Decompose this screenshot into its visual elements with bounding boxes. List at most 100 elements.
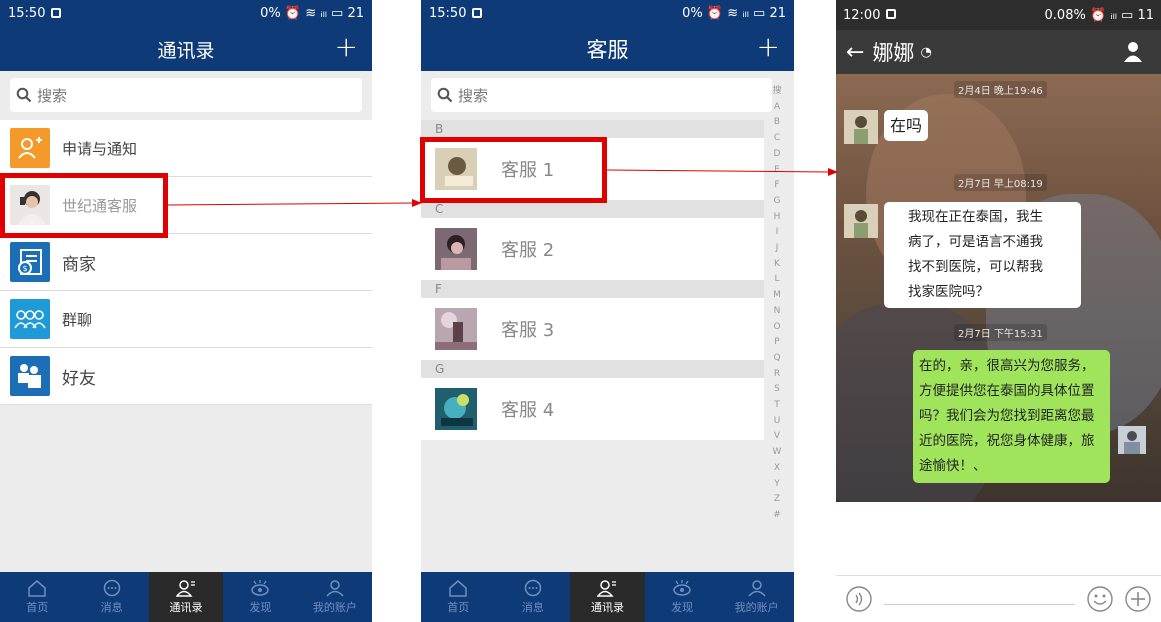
message-icon <box>103 579 120 597</box>
alphabet-index-letter[interactable]: T <box>772 398 782 414</box>
add-icon[interactable]: + <box>335 31 358 63</box>
page-title: 通讯录 <box>157 39 215 62</box>
screen-contacts: 15:50 0% ⏰ ≋ ᵢₗₗ ▭ 21 通讯录 + 搜索 申请与通知 世纪通… <box>0 0 372 622</box>
search-placeholder: 搜索 <box>458 86 489 105</box>
voice-mode-icon: ◔ <box>920 44 932 60</box>
contact-row-service-3[interactable]: 客服 3 <box>421 298 764 360</box>
search-icon <box>437 87 453 103</box>
alphabet-index-letter[interactable]: R <box>772 367 782 383</box>
home-icon <box>28 580 46 597</box>
profile-icon[interactable] <box>1123 41 1143 63</box>
list-item-friends[interactable]: 好友 <box>0 348 372 405</box>
alphabet-index-letter[interactable]: 搜 <box>772 84 782 100</box>
tab-discover[interactable]: 发现 <box>223 572 297 622</box>
message-bubble: 在吗 <box>884 110 929 141</box>
contact-name: 客服 2 <box>501 240 555 261</box>
arrow-to-screen3 <box>607 168 838 176</box>
bottom-tab-bar: 首页 消息 通讯录 发现 我的账户 <box>0 572 372 622</box>
emoji-icon[interactable] <box>1087 586 1113 612</box>
eye-icon <box>251 580 270 596</box>
tab-discover[interactable]: 发现 <box>645 572 720 622</box>
svg-text:$: $ <box>22 264 27 273</box>
alphabet-index-letter[interactable]: C <box>772 131 782 147</box>
alphabet-index-letter[interactable]: X <box>772 461 782 477</box>
alphabet-index-letter[interactable]: B <box>772 115 782 131</box>
tab-home[interactable]: 首页 <box>421 572 496 622</box>
message-timestamp: 2月7日 下午15:31 <box>954 324 1047 341</box>
section-header: B <box>421 120 764 138</box>
contacts-icon <box>176 580 196 597</box>
alphabet-index-letter[interactable]: F <box>772 178 782 194</box>
alphabet-index-letter[interactable]: I <box>772 225 782 241</box>
alphabet-index-letter[interactable]: U <box>772 414 782 430</box>
store-icon: $ <box>10 242 50 282</box>
alphabet-index-letter[interactable]: J <box>772 241 782 257</box>
voice-input-icon[interactable] <box>846 586 872 612</box>
contact-row-service-4[interactable]: 客服 4 <box>421 378 764 440</box>
contact-avatar <box>844 204 878 238</box>
alphabet-index-letter[interactable]: L <box>772 272 782 288</box>
eye-icon <box>673 580 691 596</box>
message-icon <box>524 579 542 597</box>
list-item-group-chat[interactable]: 群聊 <box>0 291 372 348</box>
alphabet-index-letter[interactable]: A <box>772 100 782 116</box>
tab-account[interactable]: 我的账户 <box>719 572 794 622</box>
alphabet-index-letter[interactable]: K <box>772 257 782 273</box>
tab-contacts[interactable]: 通讯录 <box>148 572 224 622</box>
status-time: 12:00 <box>843 7 881 23</box>
chat-contact-name: 娜娜 <box>872 41 915 65</box>
contact-avatar <box>844 110 878 144</box>
tab-messages[interactable]: 消息 <box>74 572 148 622</box>
search-input[interactable]: 搜索 <box>10 78 362 112</box>
message-input-field[interactable] <box>884 603 1075 605</box>
back-arrow-icon[interactable]: ← <box>846 40 864 65</box>
contact-row-service-2[interactable]: 客服 2 <box>421 218 764 280</box>
title-bar: 通讯录 + <box>0 27 372 71</box>
alphabet-index-letter[interactable]: N <box>772 304 782 320</box>
tab-contacts[interactable]: 通讯录 <box>570 572 645 622</box>
avatar <box>435 388 477 430</box>
tab-messages[interactable]: 消息 <box>496 572 571 622</box>
tab-account[interactable]: 我的账户 <box>298 572 372 622</box>
status-bar: 12:00 0.08% ⏰ ᵢₗₗ ▭ 11 <box>836 0 1161 30</box>
alphabet-index-letter[interactable]: G <box>772 194 782 210</box>
search-icon <box>16 87 32 103</box>
page-title: 客服 <box>586 38 629 62</box>
alphabet-index-letter[interactable]: # <box>772 508 782 524</box>
add-icon[interactable]: + <box>757 31 780 63</box>
section-header: G <box>421 360 764 378</box>
list-item-notifications[interactable]: 申请与通知 <box>0 120 372 177</box>
add-user-icon <box>10 128 50 168</box>
alphabet-index-letter[interactable]: S <box>772 382 782 398</box>
status-indicators: 0% ⏰ ≋ ᵢₗₗ ▭ 21 <box>260 6 364 21</box>
status-indicators: 0% ⏰ ≋ ᵢₗₗ ▭ 21 <box>682 6 786 21</box>
status-bar: 15:50 0% ⏰ ≋ ᵢₗₗ ▭ 21 <box>421 0 794 27</box>
tab-home[interactable]: 首页 <box>0 572 74 622</box>
message-bubble: 在的，亲，很高兴为您服务， 方便提供您在泰国的具体位置 吗？我们会为您找到距离您… <box>913 350 1110 483</box>
alphabet-index-letter[interactable]: W <box>772 445 782 461</box>
search-input[interactable]: 搜索 <box>431 78 772 112</box>
title-bar: 客服 + <box>421 27 794 71</box>
home-icon <box>449 580 468 597</box>
contact-name: 客服 4 <box>501 400 555 421</box>
alphabet-index[interactable]: 搜 A B C D E F G H I J K L M N O P Q R S T U V W X Y Z # <box>772 84 782 524</box>
message-timestamp: 2月7日 早上08:19 <box>954 174 1047 191</box>
list-item-merchants[interactable]: $ 商家 <box>0 234 372 291</box>
alphabet-index-letter[interactable]: Y <box>772 477 782 493</box>
alphabet-index-letter[interactable]: Z <box>772 492 782 508</box>
screen-customer-service: 15:50 0% ⏰ ≋ ᵢₗₗ ▭ 21 客服 + 搜索 B 客服 1 C 客… <box>421 0 794 622</box>
list-item-label: 商家 <box>62 254 96 275</box>
chat-background: 2月4日 晚上19:46 在吗 2月7日 早上08:19 我现在正在泰国，我生 … <box>836 74 1161 502</box>
alphabet-index-letter[interactable]: V <box>772 429 782 445</box>
alphabet-index-letter[interactable]: D <box>772 147 782 163</box>
alphabet-index-letter[interactable]: H <box>772 210 782 226</box>
plus-icon[interactable] <box>1125 586 1151 612</box>
user-icon <box>326 580 344 597</box>
alphabet-index-letter[interactable]: M <box>772 288 782 304</box>
alphabet-index-letter[interactable]: O <box>772 320 782 336</box>
status-time: 15:50 <box>8 6 46 21</box>
my-avatar <box>1118 426 1146 454</box>
alphabet-index-letter[interactable]: Q <box>772 351 782 367</box>
chat-input-bar <box>836 575 1161 622</box>
alphabet-index-letter[interactable]: P <box>772 335 782 351</box>
